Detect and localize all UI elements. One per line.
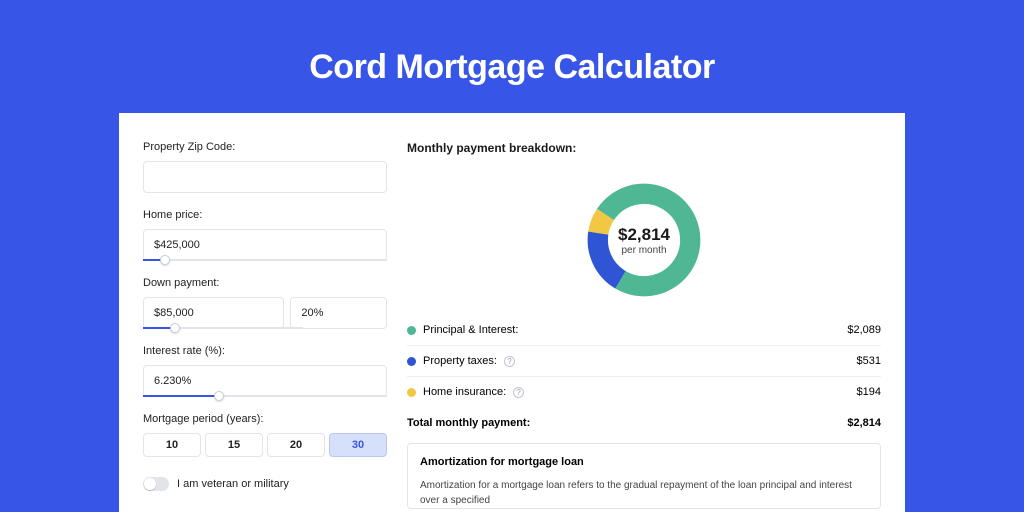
zip-input[interactable] (143, 161, 387, 193)
legend-row: Property taxes:? $531 (407, 346, 881, 377)
breakdown-title: Monthly payment breakdown: (407, 141, 881, 155)
period-button-group: 10152030 (143, 433, 387, 457)
total-label: Total monthly payment: (407, 417, 530, 429)
period-label: Mortgage period (years): (143, 413, 387, 425)
legend-dot (407, 388, 416, 397)
legend-label: Home insurance: (423, 386, 506, 398)
info-icon[interactable]: ? (504, 356, 515, 367)
info-icon[interactable]: ? (513, 387, 524, 398)
donut-chart-area: $2,814 per month (407, 165, 881, 315)
interest-field: Interest rate (%): (143, 345, 387, 397)
calculator-card: Property Zip Code: Home price: Down paym… (119, 113, 905, 512)
veteran-toggle[interactable] (143, 477, 169, 491)
down-payment-input[interactable] (143, 297, 284, 329)
veteran-row: I am veteran or military (143, 477, 387, 491)
home-price-input[interactable] (143, 229, 387, 261)
legend-dot (407, 357, 416, 366)
interest-label: Interest rate (%): (143, 345, 387, 357)
donut-amount: $2,814 (618, 225, 670, 245)
legend-dot (407, 326, 416, 335)
page-title: Cord Mortgage Calculator (309, 48, 714, 87)
legend-amount: $194 (857, 386, 881, 398)
amortization-title: Amortization for mortgage loan (420, 456, 868, 468)
interest-input[interactable] (143, 365, 387, 397)
amortization-box: Amortization for mortgage loan Amortizat… (407, 443, 881, 509)
legend-row: Principal & Interest: $2,089 (407, 315, 881, 346)
donut-sub: per month (621, 245, 666, 256)
total-row: Total monthly payment: $2,814 (407, 407, 881, 443)
slider-thumb[interactable] (214, 391, 224, 401)
down-payment-pct-input[interactable] (290, 297, 387, 329)
form-panel: Property Zip Code: Home price: Down paym… (143, 141, 387, 512)
period-button-30[interactable]: 30 (329, 433, 387, 457)
veteran-label: I am veteran or military (177, 478, 289, 490)
results-panel: Monthly payment breakdown: $2,814 per mo… (407, 141, 881, 512)
period-field: Mortgage period (years): 10152030 (143, 413, 387, 457)
zip-field: Property Zip Code: (143, 141, 387, 193)
legend-row: Home insurance:? $194 (407, 377, 881, 407)
period-button-10[interactable]: 10 (143, 433, 201, 457)
slider-thumb[interactable] (160, 255, 170, 265)
period-button-15[interactable]: 15 (205, 433, 263, 457)
home-price-label: Home price: (143, 209, 387, 221)
legend-label: Principal & Interest: (423, 324, 518, 336)
legend-amount: $531 (857, 355, 881, 367)
donut-center: $2,814 per month (583, 179, 705, 301)
slider-thumb[interactable] (170, 323, 180, 333)
period-button-20[interactable]: 20 (267, 433, 325, 457)
legend-amount: $2,089 (847, 324, 881, 336)
donut-chart: $2,814 per month (583, 179, 705, 301)
legend: Principal & Interest: $2,089 Property taxe… (407, 315, 881, 407)
home-price-field: Home price: (143, 209, 387, 261)
down-payment-field: Down payment: (143, 277, 387, 329)
down-payment-label: Down payment: (143, 277, 387, 289)
amortization-text: Amortization for a mortgage loan refers … (420, 478, 868, 508)
legend-label: Property taxes: (423, 355, 497, 367)
total-amount: $2,814 (847, 417, 881, 429)
zip-label: Property Zip Code: (143, 141, 387, 153)
